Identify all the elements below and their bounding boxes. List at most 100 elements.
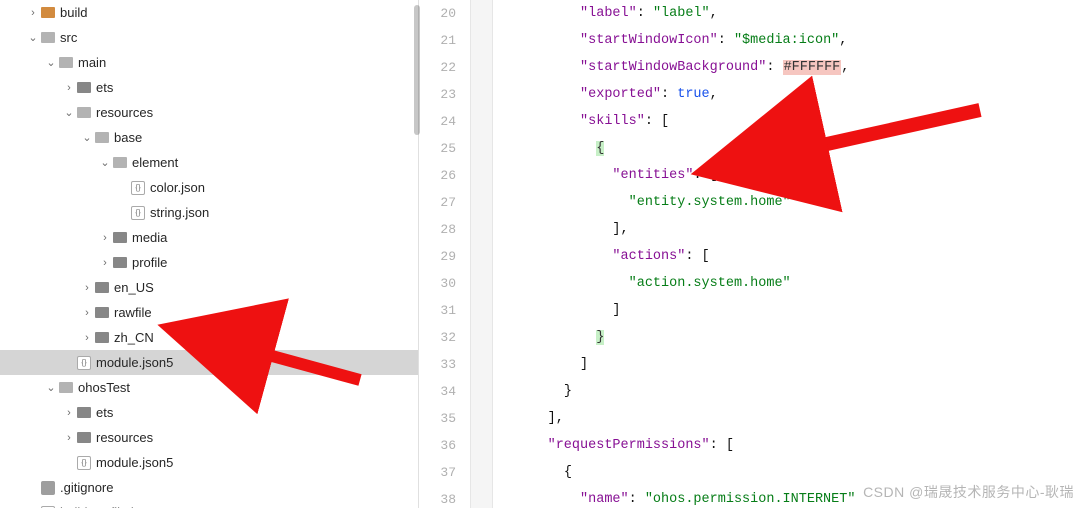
fold-marker[interactable]: [471, 81, 492, 108]
tree-item-ets[interactable]: ›ets: [0, 400, 418, 425]
tree-item-build-profile-json5[interactable]: {}build-profile.json5: [0, 500, 418, 508]
code-line[interactable]: "skills": [: [499, 108, 1086, 135]
line-number: 27: [419, 189, 456, 216]
folder-closed-icon: [94, 330, 110, 346]
code-editor-panel[interactable]: 20212223242526272829303132333435363738 "…: [418, 0, 1086, 508]
folder-open-icon: [112, 155, 128, 171]
chevron-icon[interactable]: ⌄: [44, 381, 58, 394]
tree-item-module-json5[interactable]: {}module.json5: [0, 350, 418, 375]
chevron-icon[interactable]: ⌄: [98, 156, 112, 169]
fold-marker[interactable]: [471, 297, 492, 324]
fold-marker[interactable]: [471, 216, 492, 243]
tree-item-module-json5[interactable]: {}module.json5: [0, 450, 418, 475]
chevron-icon[interactable]: ›: [80, 332, 94, 344]
line-number-gutter: 20212223242526272829303132333435363738: [419, 0, 471, 508]
fold-marker[interactable]: [471, 459, 492, 486]
line-number: 22: [419, 54, 456, 81]
tree-item-profile[interactable]: ›profile: [0, 250, 418, 275]
code-line[interactable]: "name": "ohos.permission.INTERNET": [499, 486, 1086, 513]
chevron-icon[interactable]: ⌄: [80, 131, 94, 144]
chevron-icon[interactable]: ›: [98, 257, 112, 269]
folder-closed-icon: [112, 230, 128, 246]
folder-open-icon: [40, 30, 56, 46]
fold-marker[interactable]: [471, 243, 492, 270]
fold-marker[interactable]: [471, 189, 492, 216]
folder-open-icon: [94, 130, 110, 146]
code-area[interactable]: "label": "label", "startWindowIcon": "$m…: [493, 0, 1086, 508]
fold-marker[interactable]: [471, 162, 492, 189]
fold-marker[interactable]: [471, 486, 492, 513]
folder-closed-icon: [76, 430, 92, 446]
fold-marker[interactable]: [471, 324, 492, 351]
code-line[interactable]: "entities": [: [499, 162, 1086, 189]
tree-item-build[interactable]: ›build: [0, 0, 418, 25]
chevron-icon[interactable]: ›: [80, 307, 94, 319]
tree-item-ets[interactable]: ›ets: [0, 75, 418, 100]
tree-item-string-json[interactable]: {}string.json: [0, 200, 418, 225]
tree-item-ohosTest[interactable]: ⌄ohosTest: [0, 375, 418, 400]
line-number: 30: [419, 270, 456, 297]
tree-item-src[interactable]: ⌄src: [0, 25, 418, 50]
code-line[interactable]: ]: [499, 351, 1086, 378]
folder-closed-icon: [94, 280, 110, 296]
tree-item-zh_CN[interactable]: ›zh_CN: [0, 325, 418, 350]
tree-item-label: .gitignore: [60, 480, 113, 495]
tree-item-resources[interactable]: ›resources: [0, 425, 418, 450]
fold-column[interactable]: [471, 0, 493, 508]
line-number: 29: [419, 243, 456, 270]
fold-marker[interactable]: [471, 108, 492, 135]
fold-marker[interactable]: [471, 378, 492, 405]
chevron-icon[interactable]: ⌄: [44, 56, 58, 69]
tree-item-resources[interactable]: ⌄resources: [0, 100, 418, 125]
tree-item-base[interactable]: ⌄ base: [0, 125, 418, 150]
chevron-icon[interactable]: ›: [62, 407, 76, 419]
fold-marker[interactable]: [471, 0, 492, 27]
code-line[interactable]: "requestPermissions": [: [499, 432, 1086, 459]
code-line[interactable]: "label": "label",: [499, 0, 1086, 27]
code-line[interactable]: "startWindowIcon": "$media:icon",: [499, 27, 1086, 54]
fold-marker[interactable]: [471, 405, 492, 432]
code-line[interactable]: ]: [499, 297, 1086, 324]
code-line[interactable]: }: [499, 378, 1086, 405]
tree-item-label: rawfile: [114, 305, 152, 320]
chevron-icon[interactable]: ⌄: [26, 31, 40, 44]
tree-item--gitignore[interactable]: .gitignore: [0, 475, 418, 500]
chevron-icon[interactable]: ›: [80, 282, 94, 294]
fold-marker[interactable]: [471, 135, 492, 162]
tree-item-label: main: [78, 55, 106, 70]
code-line[interactable]: "entity.system.home": [499, 189, 1086, 216]
code-line[interactable]: {: [499, 135, 1086, 162]
chevron-icon[interactable]: ›: [62, 82, 76, 94]
code-line[interactable]: "actions": [: [499, 243, 1086, 270]
line-number: 38: [419, 486, 456, 513]
fold-marker[interactable]: [471, 432, 492, 459]
chevron-icon[interactable]: ›: [98, 232, 112, 244]
code-line[interactable]: "action.system.home": [499, 270, 1086, 297]
fold-marker[interactable]: [471, 27, 492, 54]
chevron-icon[interactable]: ›: [26, 7, 40, 19]
code-line[interactable]: ],: [499, 405, 1086, 432]
tree-item-media[interactable]: ›media: [0, 225, 418, 250]
code-line[interactable]: }: [499, 324, 1086, 351]
tree-item-en_US[interactable]: ›en_US: [0, 275, 418, 300]
code-line[interactable]: "startWindowBackground": #FFFFFF,: [499, 54, 1086, 81]
tree-scrollbar-thumb[interactable]: [414, 5, 420, 135]
line-number: 23: [419, 81, 456, 108]
tree-item-element[interactable]: ⌄element: [0, 150, 418, 175]
fold-marker[interactable]: [471, 351, 492, 378]
tree-item-color-json[interactable]: {}color.json: [0, 175, 418, 200]
chevron-icon[interactable]: ›: [62, 432, 76, 444]
code-line[interactable]: {: [499, 459, 1086, 486]
file-tree-panel[interactable]: ›build⌄src⌄main›ets⌄resources⌄base⌄eleme…: [0, 0, 418, 508]
file-json-icon: {}: [40, 505, 56, 509]
code-line[interactable]: ],: [499, 216, 1086, 243]
tree-item-rawfile[interactable]: › rawfile: [0, 300, 418, 325]
code-line[interactable]: "exported": true,: [499, 81, 1086, 108]
folder-closed-icon: [94, 305, 110, 321]
fold-marker[interactable]: [471, 54, 492, 81]
fold-marker[interactable]: [471, 270, 492, 297]
tree-item-main[interactable]: ⌄ main: [0, 50, 418, 75]
tree-item-label: base: [114, 130, 142, 145]
line-number: 25: [419, 135, 456, 162]
chevron-icon[interactable]: ⌄: [62, 106, 76, 119]
